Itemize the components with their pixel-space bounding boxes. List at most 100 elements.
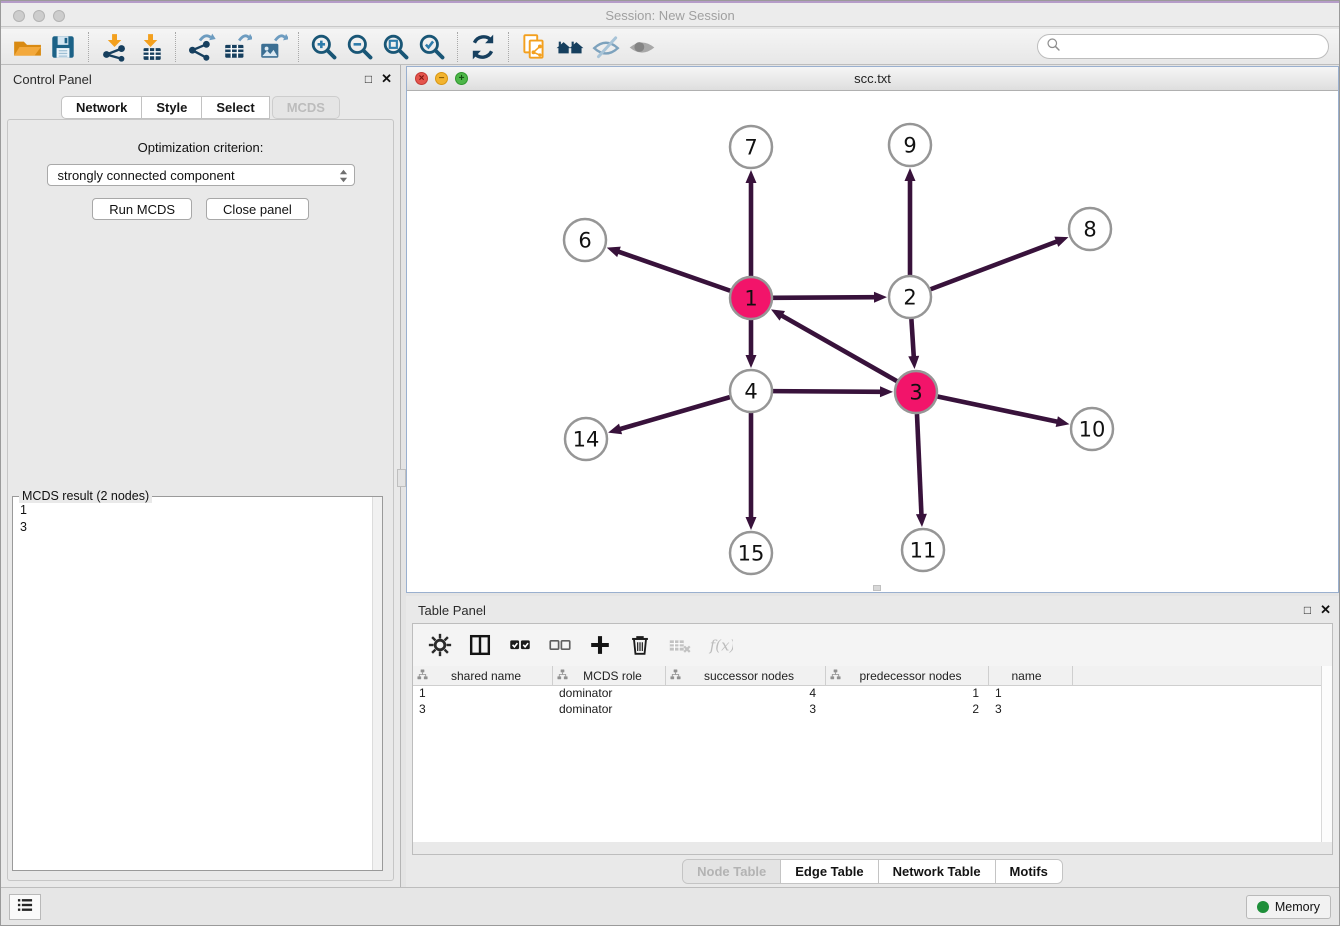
run-mcds-button[interactable]: Run MCDS <box>92 198 192 220</box>
import-table-icon[interactable] <box>132 31 168 63</box>
tab-motifs[interactable]: Motifs <box>995 860 1062 883</box>
table-cell[interactable]: 1 <box>413 686 553 702</box>
export-image-icon[interactable] <box>255 31 291 63</box>
column-header-predecessor-nodes[interactable]: predecessor nodes <box>826 666 989 685</box>
os-titlebar: Session: New Session <box>1 1 1339 27</box>
table-cell[interactable]: 4 <box>666 686 826 702</box>
refresh-icon[interactable] <box>465 31 501 63</box>
network-window-titlebar[interactable]: × − + scc.txt <box>407 67 1338 91</box>
node-label-9: 9 <box>903 134 916 158</box>
zoom-fit-icon[interactable] <box>378 31 414 63</box>
edge-2-8[interactable] <box>931 241 1059 289</box>
memory-label: Memory <box>1275 900 1320 914</box>
table-row[interactable]: 3dominator323 <box>413 702 1332 718</box>
table-cell[interactable]: 1 <box>826 686 989 702</box>
toolbar-separator <box>457 32 458 62</box>
edge-arrowhead <box>874 292 887 303</box>
edge-4-14[interactable] <box>619 397 730 429</box>
table-cell[interactable]: 3 <box>989 702 1073 718</box>
edge-3-11[interactable] <box>917 414 922 516</box>
table-scrollbar[interactable] <box>1321 666 1332 842</box>
tab-mcds[interactable]: MCDS <box>272 96 340 119</box>
table-panel-title: Table Panel <box>418 603 486 618</box>
node-table[interactable]: shared nameMCDS rolesuccessor nodesprede… <box>413 666 1332 842</box>
houses-icon[interactable] <box>552 31 588 63</box>
criterion-dropdown[interactable]: strongly connected component <box>47 164 355 186</box>
search-box[interactable] <box>1037 34 1329 59</box>
table-panel: Table Panel □ ✕ f(x) shared nameMCDS rol… <box>406 596 1339 887</box>
gear-icon[interactable] <box>427 631 453 659</box>
table-cell[interactable]: dominator <box>553 702 666 718</box>
zoom-in-icon[interactable] <box>306 31 342 63</box>
edge-3-10[interactable] <box>938 397 1059 422</box>
float-table-panel-icon[interactable]: □ <box>1304 603 1311 617</box>
node-label-4: 4 <box>744 380 757 404</box>
close-panel-icon[interactable]: ✕ <box>381 71 392 87</box>
export-table-icon[interactable] <box>219 31 255 63</box>
column-header-successor-nodes[interactable]: successor nodes <box>666 666 826 685</box>
float-panel-icon[interactable]: □ <box>365 72 372 86</box>
panel-splitter-handle[interactable] <box>397 469 406 487</box>
node-label-6: 6 <box>578 229 591 253</box>
search-icon <box>1045 36 1062 58</box>
open-session-icon[interactable] <box>9 31 45 63</box>
network-canvas[interactable]: 7968124314101511 <box>407 91 1338 592</box>
column-header-shared-name[interactable]: shared name <box>413 666 553 685</box>
zoom-selected-icon[interactable] <box>414 31 450 63</box>
plus-icon[interactable] <box>587 631 613 659</box>
tab-edge-table[interactable]: Edge Table <box>780 860 877 883</box>
edge-1-6[interactable] <box>617 251 730 291</box>
edge-1-2[interactable] <box>773 297 876 298</box>
edge-arrowhead <box>746 170 757 183</box>
edge-2-3[interactable] <box>911 319 913 358</box>
mcds-result-node: 3 <box>20 519 375 536</box>
close-table-panel-icon[interactable]: ✕ <box>1320 602 1331 618</box>
task-history-button[interactable] <box>9 894 41 920</box>
close-panel-button[interactable]: Close panel <box>206 198 309 220</box>
eye-slash-icon[interactable] <box>588 31 624 63</box>
table-header-row: shared nameMCDS rolesuccessor nodesprede… <box>413 666 1332 686</box>
table-cell[interactable]: dominator <box>553 686 666 702</box>
network-graph[interactable]: 7968124314101511 <box>407 91 1340 592</box>
column-header-MCDS-role[interactable]: MCDS role <box>553 666 666 685</box>
import-network-icon[interactable] <box>96 31 132 63</box>
save-session-icon[interactable] <box>45 31 81 63</box>
node-label-11: 11 <box>910 539 937 563</box>
table-delete-icon <box>667 631 693 659</box>
mcds-result-group: MCDS result (2 nodes) 13 <box>12 496 383 871</box>
mcds-result-node: 1 <box>20 502 375 519</box>
toolbar-separator <box>508 32 509 62</box>
column-layout-icon[interactable] <box>467 631 493 659</box>
memory-button[interactable]: Memory <box>1246 895 1331 919</box>
table-row[interactable]: 1dominator411 <box>413 686 1332 702</box>
deselect-all-icon[interactable] <box>547 631 573 659</box>
zoom-out-icon[interactable] <box>342 31 378 63</box>
list-icon <box>14 894 36 921</box>
tab-select[interactable]: Select <box>202 96 269 119</box>
mcds-result-list[interactable]: 13 <box>13 497 382 541</box>
tab-style[interactable]: Style <box>142 96 202 119</box>
export-network-icon[interactable] <box>183 31 219 63</box>
canvas-resize-handle[interactable] <box>873 585 881 591</box>
tab-network[interactable]: Network <box>61 96 142 119</box>
edge-3-1[interactable] <box>781 315 897 381</box>
table-cell[interactable]: 3 <box>413 702 553 718</box>
trash-icon[interactable] <box>627 631 653 659</box>
svg-text:f(x): f(x) <box>709 637 733 655</box>
search-input[interactable] <box>1066 37 1328 57</box>
table-cell[interactable]: 2 <box>826 702 989 718</box>
edge-arrowhead <box>607 247 621 257</box>
eye-icon[interactable] <box>624 31 660 63</box>
select-all-icon[interactable] <box>507 631 533 659</box>
tab-node-table[interactable]: Node Table <box>683 860 780 883</box>
result-scrollbar[interactable] <box>372 497 382 870</box>
tab-network-table[interactable]: Network Table <box>878 860 995 883</box>
table-cell[interactable]: 3 <box>666 702 826 718</box>
column-header-name[interactable]: name <box>989 666 1073 685</box>
edge-arrowhead <box>1054 237 1068 247</box>
control-panel-header: Control Panel □ ✕ <box>1 65 400 93</box>
table-cell[interactable]: 1 <box>989 686 1073 702</box>
file-share-icon[interactable] <box>516 31 552 63</box>
edge-arrowhead <box>746 517 757 530</box>
edge-4-3[interactable] <box>773 391 882 392</box>
